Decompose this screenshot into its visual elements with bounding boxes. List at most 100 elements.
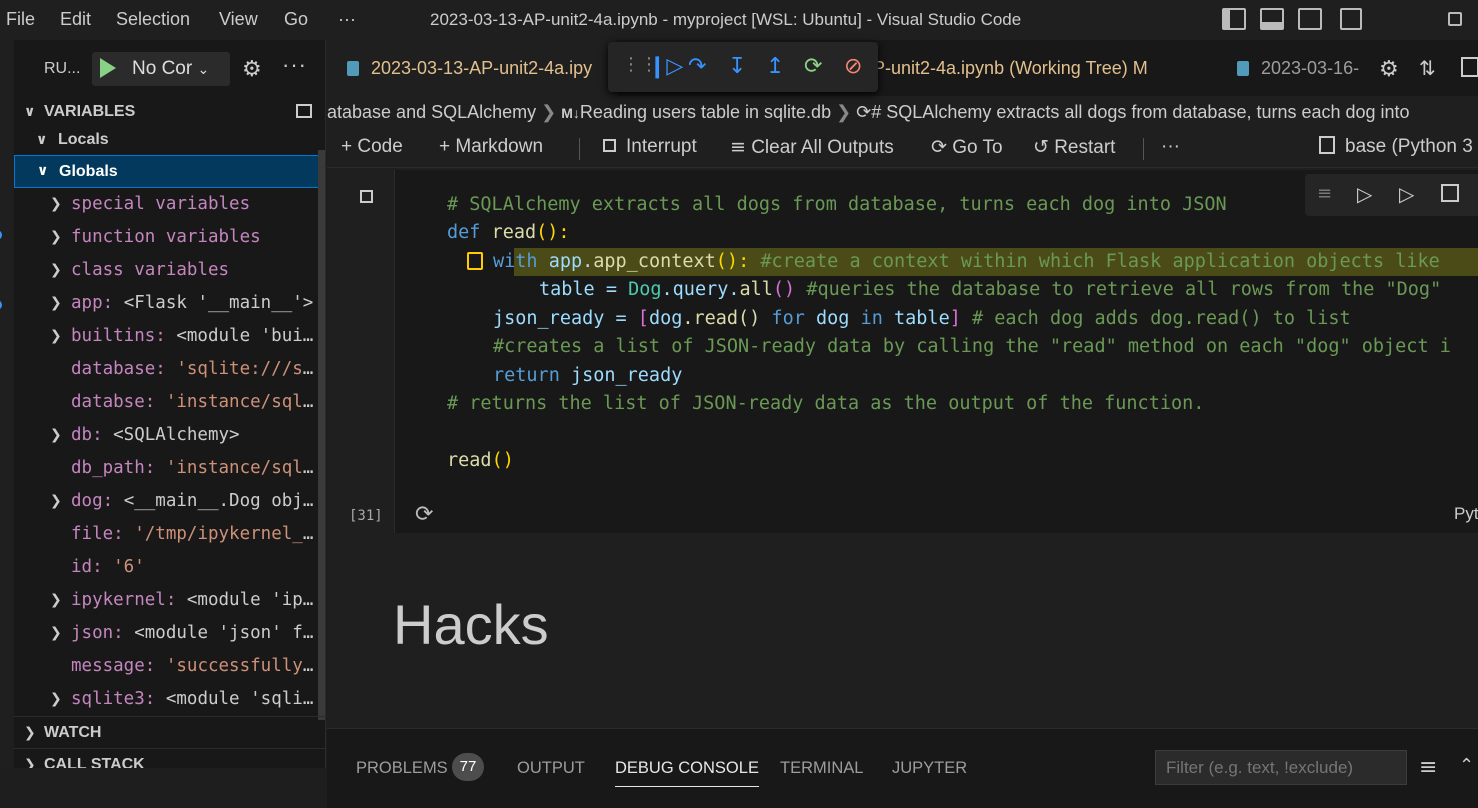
debug-sidebar: RU... No Cor ⌄ ⚙ ··· ∨ VARIABLES ∨ Local… (14, 40, 326, 768)
go-to-button[interactable]: ⟳ Go To (931, 136, 1003, 159)
step-out-icon[interactable]: ↥ (766, 54, 784, 79)
variable-row[interactable]: db_path: 'instance/sql... (14, 452, 325, 485)
variable-name: builtins: (71, 326, 166, 346)
chevron-right-icon: ❯ (50, 493, 62, 509)
chevron-down-icon: ∨ (36, 132, 48, 148)
menu-edit[interactable]: Edit (60, 9, 91, 30)
variable-name: db: (71, 425, 103, 445)
variable-row[interactable]: message: 'successfully... (14, 650, 326, 683)
cell-language[interactable]: Pyt (1454, 504, 1478, 524)
breadcrumb-item[interactable]: atabase and SQLAlchemy (327, 102, 536, 122)
stop-icon (603, 139, 616, 152)
cell-toolbar: ≡ ▷ ▷ ··· 🗑 (1305, 174, 1478, 216)
variable-row[interactable]: ❯ ipykernel: <module 'ip... (14, 584, 325, 617)
variable-value: '/tmp/ipykernel_... (123, 524, 326, 544)
chevron-right-icon: ❯ (50, 229, 62, 245)
start-debugging-icon[interactable] (100, 58, 116, 78)
restart-button[interactable]: ↺ Restart (1033, 136, 1115, 159)
variable-row[interactable]: ❯ class variables (14, 254, 325, 287)
markdown-icon: M↓ (561, 105, 580, 121)
toggle-panel-icon[interactable] (1260, 8, 1284, 30)
problems-count-badge: 77 (452, 753, 484, 781)
tab-label: 2023-03-13-AP-unit2-4a.ipy (371, 58, 593, 78)
markdown-heading: Hacks (393, 593, 549, 656)
tab-working-tree[interactable]: P-unit2-4a.ipynb (Working Tree) M (873, 40, 1203, 96)
code-line: #creates a list of JSON-ready data by ca… (493, 336, 1451, 357)
interrupt-button[interactable]: Interrupt (603, 136, 697, 158)
watch-header[interactable]: ❯ WATCH (14, 716, 325, 748)
variable-name: dog: (71, 491, 114, 511)
debug-config-select[interactable]: No Cor ⌄ (92, 52, 230, 86)
menu-more[interactable]: ··· (338, 9, 356, 30)
tab-jupyter[interactable]: JUPYTER (892, 759, 967, 778)
breadcrumb-item[interactable]: Reading users table in sqlite.db (580, 102, 831, 122)
tab-notebook[interactable]: 2023-03-13-AP-unit2-4a.ipy (327, 40, 617, 96)
breadcrumb-item[interactable]: # SQLAlchemy extracts all dogs from data… (871, 102, 1409, 122)
tab-debug-console[interactable]: DEBUG CONSOLE (615, 759, 759, 787)
variable-row[interactable]: ❯ app: <Flask '__main__'> (14, 287, 325, 320)
activity-badge (0, 300, 2, 310)
kernel-picker[interactable]: base (Python 3 (1319, 136, 1473, 158)
restart-icon[interactable]: ⟳ (804, 54, 822, 79)
collapse-all-icon[interactable] (296, 104, 312, 118)
customize-layout-icon[interactable] (1340, 8, 1362, 30)
variable-row[interactable]: ❯ sqlite3: <module 'sqli... (14, 683, 325, 716)
refresh-icon[interactable]: ⟳ (415, 502, 433, 527)
step-into-icon[interactable]: ↧ (728, 54, 746, 79)
gear-icon[interactable]: ⚙ (242, 56, 262, 82)
toggle-secondary-sidebar-icon[interactable] (1298, 8, 1322, 30)
tab-terminal[interactable]: TERMINAL (780, 759, 863, 778)
code-cell[interactable]: # SQLAlchemy extracts all dogs from data… (394, 170, 1478, 533)
scope-globals-label: Globals (59, 163, 118, 180)
menu-selection[interactable]: Selection (116, 9, 190, 30)
callstack-header[interactable]: ❯ CALL STACK (14, 748, 325, 768)
variable-row[interactable]: id: '6' (14, 551, 325, 584)
variable-row[interactable]: file: '/tmp/ipykernel_... (14, 518, 326, 551)
add-markdown-button[interactable]: + Markdown (439, 136, 543, 158)
variable-name: ipykernel: (71, 590, 177, 610)
add-code-button[interactable]: + Code (341, 136, 403, 158)
split-editor-icon[interactable] (1461, 57, 1478, 77)
maximize-icon[interactable] (1448, 12, 1462, 26)
variables-scrollbar[interactable] (318, 150, 325, 720)
tab-output[interactable]: OUTPUT (517, 759, 585, 778)
execute-below-icon[interactable]: ▷ (1399, 182, 1414, 206)
execute-above-icon[interactable]: ▷ (1357, 182, 1372, 206)
variable-row[interactable]: ❯ db: <SQLAlchemy> (14, 419, 325, 452)
clear-all-outputs-button[interactable]: ≡ Clear All Outputs (730, 136, 894, 159)
toggle-primary-sidebar-icon[interactable] (1222, 8, 1246, 30)
editor-tabs: 2023-03-13-AP-unit2-4a.ipy P-unit2-4a.ip… (327, 40, 1478, 96)
scope-globals[interactable]: ∨ Globals (14, 155, 325, 188)
gear-icon[interactable]: ⚙ (1379, 56, 1399, 82)
variable-row[interactable]: ❯ builtins: <module 'bui... (14, 320, 325, 353)
variable-row[interactable]: ❯ json: <module 'json' f... (14, 617, 325, 650)
variable-row[interactable]: ❯ function variables (14, 221, 325, 254)
run-by-line-icon[interactable]: ≡ (1317, 183, 1332, 204)
chevron-up-icon[interactable]: ⌃ (1459, 755, 1474, 776)
compare-changes-icon[interactable]: ⇅ (1419, 56, 1436, 80)
variable-row[interactable]: database: 'sqlite:///s... (14, 353, 325, 386)
variable-value: '6' (102, 557, 145, 577)
disconnect-icon[interactable]: ⊘ (844, 54, 862, 79)
code-line: def read(): (447, 222, 570, 243)
variable-value: 'successfully... (155, 656, 326, 676)
step-over-icon[interactable]: ↷ (688, 54, 706, 79)
menu-go[interactable]: Go (284, 9, 308, 30)
more-actions-icon[interactable]: ··· (282, 52, 307, 78)
scope-locals[interactable]: ∨ Locals (14, 126, 325, 154)
variable-row[interactable]: ❯ dog: <__main__.Dog obj... (14, 485, 325, 518)
continue-icon[interactable]: ❙▷ (648, 54, 683, 79)
variable-row[interactable]: databse: 'instance/sql... (14, 386, 325, 419)
window-title: 2023-03-13-AP-unit2-4a.ipynb - myproject… (430, 10, 1022, 29)
tab-notebook-2[interactable]: 2023-03-16- (1235, 40, 1370, 96)
run-by-line-icon[interactable] (360, 190, 373, 203)
menu-view[interactable]: View (219, 9, 258, 30)
variable-name: app: (71, 293, 114, 313)
menu-file[interactable]: File (6, 9, 35, 30)
variable-row[interactable]: ❯ special variables (14, 188, 325, 221)
variables-header[interactable]: ∨ VARIABLES (14, 96, 325, 128)
split-cell-icon[interactable] (1441, 184, 1459, 202)
tab-problems[interactable]: PROBLEMS (356, 759, 448, 778)
more-actions-button[interactable]: ··· (1161, 136, 1180, 158)
debug-stack-frame-icon (467, 252, 483, 270)
